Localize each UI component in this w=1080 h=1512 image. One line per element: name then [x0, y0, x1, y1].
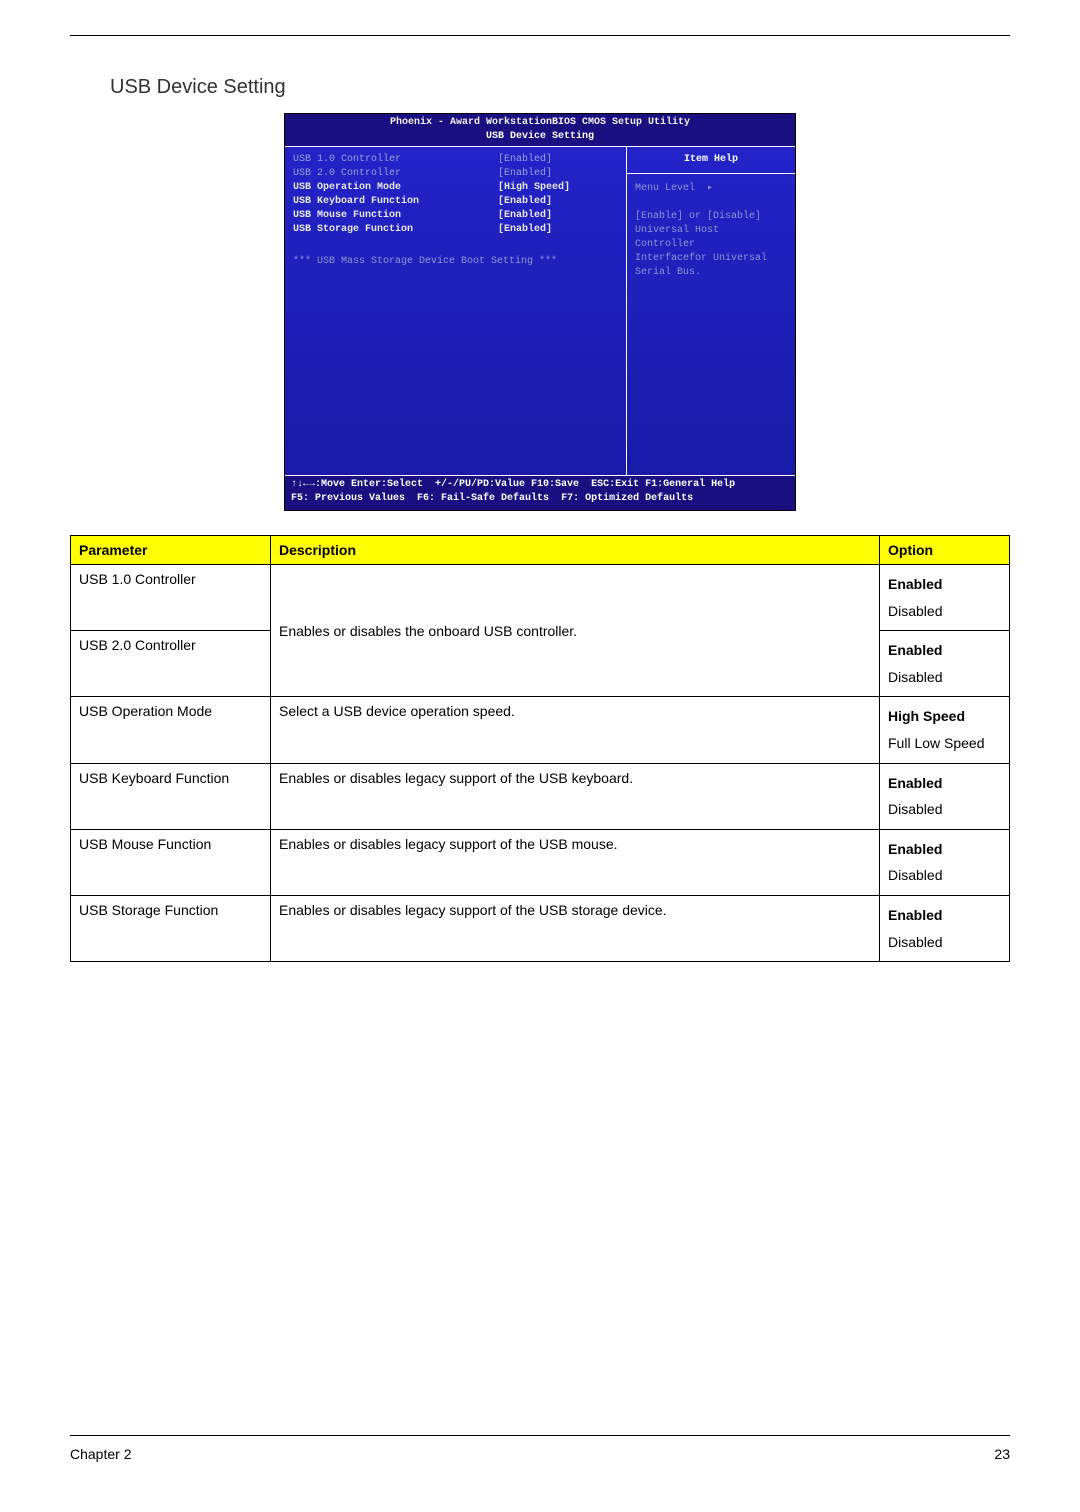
- bios-footer-f7: F7: Optimized Defaults: [561, 492, 693, 506]
- bios-setting-label: USB 2.0 Controller: [293, 167, 498, 181]
- footer-chapter: Chapter 2: [70, 1446, 131, 1462]
- option-value: Enabled: [888, 770, 1001, 797]
- table-row: USB Keyboard FunctionEnables or disables…: [71, 763, 1010, 829]
- bios-title: Phoenix - Award WorkstationBIOS CMOS Set…: [285, 114, 795, 130]
- cell-option: EnabledDisabled: [880, 565, 1010, 631]
- option-value: Enabled: [888, 836, 1001, 863]
- option-value: Full Low Speed: [888, 730, 1001, 757]
- top-rule: [70, 35, 1010, 36]
- th-option: Option: [880, 536, 1010, 565]
- bios-help-title: Item Help: [627, 147, 795, 174]
- table-header-row: Parameter Description Option: [71, 536, 1010, 565]
- bios-setting-row: USB 2.0 Controller[Enabled]: [293, 167, 618, 181]
- option-value: Disabled: [888, 598, 1001, 625]
- cell-parameter: USB 1.0 Controller: [71, 565, 271, 631]
- bios-setting-row: USB Keyboard Function[Enabled]: [293, 195, 618, 209]
- cell-description: Enables or disables legacy support of th…: [271, 829, 880, 895]
- cell-parameter: USB Operation Mode: [71, 697, 271, 763]
- cell-parameter: USB 2.0 Controller: [71, 631, 271, 697]
- bios-help-line: Universal Host: [635, 224, 787, 238]
- th-description: Description: [271, 536, 880, 565]
- option-value: Disabled: [888, 664, 1001, 691]
- bios-footer-value: +/-/PU/PD:Value F10:Save: [435, 478, 579, 492]
- cell-parameter: USB Storage Function: [71, 895, 271, 961]
- bios-setting-row: USB Mouse Function[Enabled]: [293, 209, 618, 223]
- bios-help-line: Controller: [635, 238, 787, 252]
- table-row: USB 1.0 ControllerEnables or disables th…: [71, 565, 1010, 631]
- cell-parameter: USB Keyboard Function: [71, 763, 271, 829]
- cell-option: EnabledDisabled: [880, 895, 1010, 961]
- option-value: Enabled: [888, 902, 1001, 929]
- option-value: Disabled: [888, 862, 1001, 889]
- bios-setting-value: [Enabled]: [498, 167, 618, 181]
- bios-menu-level: Menu Level: [635, 183, 695, 194]
- bios-footer-f6: F6: Fail-Safe Defaults: [417, 492, 549, 506]
- bios-setting-label: USB Mouse Function: [293, 209, 498, 223]
- table-row: USB Mouse FunctionEnables or disables le…: [71, 829, 1010, 895]
- cell-option: EnabledDisabled: [880, 829, 1010, 895]
- bios-setting-value: [High Speed]: [498, 181, 618, 195]
- cell-description: Enables or disables legacy support of th…: [271, 895, 880, 961]
- cell-description: Enables or disables the onboard USB cont…: [271, 565, 880, 697]
- bios-footer-exit: ESC:Exit F1:General Help: [591, 478, 735, 492]
- cell-parameter: USB Mouse Function: [71, 829, 271, 895]
- table-row: USB Operation ModeSelect a USB device op…: [71, 697, 1010, 763]
- option-value: Enabled: [888, 571, 1001, 598]
- bios-help-line: Serial Bus.: [635, 266, 787, 280]
- bios-setting-label: USB Operation Mode: [293, 181, 498, 195]
- bios-setting-label: USB Storage Function: [293, 223, 498, 237]
- bios-subtitle: USB Device Setting: [285, 130, 795, 146]
- option-value: Disabled: [888, 796, 1001, 823]
- option-value: Disabled: [888, 929, 1001, 956]
- th-parameter: Parameter: [71, 536, 271, 565]
- bios-setting-label: USB Keyboard Function: [293, 195, 498, 209]
- bios-setting-row: USB Operation Mode[High Speed]: [293, 181, 618, 195]
- cell-option: High SpeedFull Low Speed: [880, 697, 1010, 763]
- cell-option: EnabledDisabled: [880, 763, 1010, 829]
- bios-setting-value: [Enabled]: [498, 153, 618, 167]
- bios-footer-f5: F5: Previous Values: [291, 492, 405, 506]
- bios-screenshot: Phoenix - Award WorkstationBIOS CMOS Set…: [284, 113, 796, 511]
- option-value: Enabled: [888, 637, 1001, 664]
- table-row: USB Storage FunctionEnables or disables …: [71, 895, 1010, 961]
- bios-right-pane: Item Help Menu Level ▸ [Enable] or [Disa…: [627, 147, 795, 475]
- cell-description: Select a USB device operation speed.: [271, 697, 880, 763]
- section-title: USB Device Setting: [110, 76, 1010, 99]
- bios-help-line: Interfacefor Universal: [635, 252, 787, 266]
- footer-page-number: 23: [994, 1446, 1010, 1462]
- bios-setting-row: USB 1.0 Controller[Enabled]: [293, 153, 618, 167]
- parameter-table: Parameter Description Option USB 1.0 Con…: [70, 535, 1010, 962]
- bios-help-line: [Enable] or [Disable]: [635, 210, 787, 224]
- bios-setting-label: USB 1.0 Controller: [293, 153, 498, 167]
- bios-setting-row: USB Storage Function[Enabled]: [293, 223, 618, 237]
- page-footer: Chapter 2 23: [70, 1435, 1010, 1462]
- bios-mass-storage-msg: *** USB Mass Storage Device Boot Setting…: [293, 255, 618, 269]
- cell-option: EnabledDisabled: [880, 631, 1010, 697]
- option-value: High Speed: [888, 703, 1001, 730]
- bios-setting-value: [Enabled]: [498, 223, 618, 237]
- bios-footer-move: ↑↓←→:Move Enter:Select: [291, 478, 423, 492]
- cell-description: Enables or disables legacy support of th…: [271, 763, 880, 829]
- bios-setting-value: [Enabled]: [498, 195, 618, 209]
- chevron-right-icon: ▸: [707, 183, 713, 194]
- bios-footer: ↑↓←→:Move Enter:Select +/-/PU/PD:Value F…: [285, 476, 795, 510]
- bios-left-pane: USB 1.0 Controller[Enabled]USB 2.0 Contr…: [285, 147, 627, 475]
- bios-setting-value: [Enabled]: [498, 209, 618, 223]
